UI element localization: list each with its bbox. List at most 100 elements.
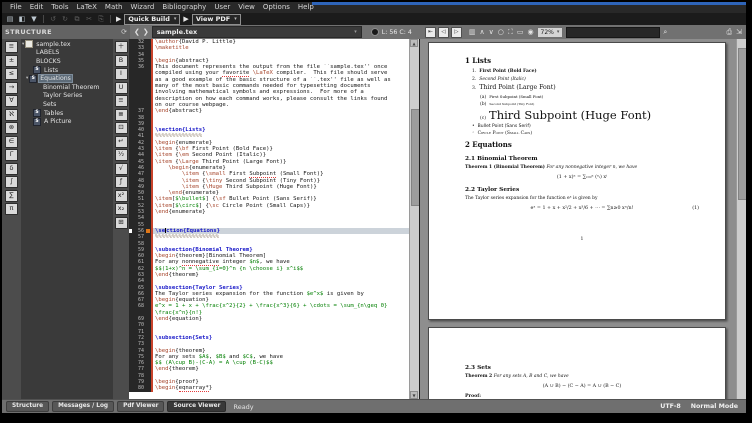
undo-icon[interactable]: ↺	[48, 14, 58, 24]
theorem-body: For any sets A, B and C, we have	[494, 374, 569, 379]
code-line-80[interactable]: 80\begin{eqnarray*}	[129, 385, 409, 391]
list-text: Bullet Point (Sans Serif)	[478, 124, 531, 129]
pdf-zoom-dropdown[interactable]: 72% ▾	[537, 27, 564, 38]
menu-item-user[interactable]: User	[210, 2, 234, 13]
status-message: Ready	[233, 403, 253, 411]
tree-item-label: Sets	[42, 101, 57, 108]
paste-icon[interactable]: ⎘	[96, 14, 106, 24]
cut-icon[interactable]: ✂	[84, 14, 94, 24]
pdf-page-number: 1	[465, 237, 699, 242]
open-file-icon[interactable]: ◧	[17, 14, 27, 24]
scroll-down-icon[interactable]: ∨	[489, 25, 494, 39]
view-pdf-run-icon[interactable]: ▶	[183, 15, 188, 23]
align-left-icon[interactable]: ≡	[115, 95, 128, 107]
screenshot-root: { "menu": { "items": ["File","Edit","Too…	[0, 0, 752, 423]
fraction-icon[interactable]: ½	[115, 149, 128, 161]
presentation-icon[interactable]: ○	[498, 25, 504, 39]
tree-item-sets[interactable]: Sets	[21, 100, 113, 109]
greek-upper-icon[interactable]: Γ	[5, 149, 18, 161]
quick-build-run-icon[interactable]: ▶	[116, 15, 121, 23]
misc-symbols-icon[interactable]: ℵ	[5, 109, 18, 121]
save-icon[interactable]: ▼	[29, 14, 39, 24]
magnify-tool-icon[interactable]: ◉	[527, 25, 533, 39]
menu-item-view[interactable]: View	[234, 2, 259, 13]
view-pdf-button[interactable]: View PDF ▾	[192, 14, 241, 25]
quick-build-button[interactable]: Quick Build ▾	[124, 14, 180, 25]
pdf-scrollbar-thumb[interactable]	[738, 48, 747, 200]
sum-symbols-icon[interactable]: ∑	[5, 190, 18, 202]
tree-item-binomial-theorem[interactable]: Binomial Theorem	[21, 83, 113, 92]
panel-tab-structure[interactable]: Structure	[6, 401, 49, 412]
panel-tab-source-viewer[interactable]: Source Viewer	[167, 401, 226, 412]
greek-lower-icon[interactable]: δ	[5, 163, 18, 175]
menu-item-latex[interactable]: LaTeX	[73, 2, 101, 13]
redo-icon[interactable]: ↻	[60, 14, 70, 24]
tree-item-taylor-series[interactable]: Taylor Series	[21, 92, 113, 101]
print-icon[interactable]: ⎙	[727, 25, 733, 39]
next-page-icon[interactable]: ▷	[451, 27, 462, 38]
status-bar: StructureMessages / LogPdf ViewerSource …	[2, 399, 746, 413]
menu-item-tools[interactable]: Tools	[47, 2, 72, 13]
tree-item-tables[interactable]: STables	[21, 109, 113, 118]
tree-item-a-picture[interactable]: SA Picture	[21, 117, 113, 126]
nav-back-icon[interactable]: ❮	[134, 25, 140, 39]
align-right-icon[interactable]: ⊡	[115, 122, 128, 134]
scroll-up-icon[interactable]: ∧	[480, 25, 485, 39]
italic-icon[interactable]: I	[115, 68, 128, 80]
new-line-icon[interactable]: ＋	[115, 41, 128, 53]
bold-icon[interactable]: B	[115, 55, 128, 67]
pdf-page-1: 1 Lists1.First Point (Bold Face)2.Second…	[428, 42, 726, 320]
continuous-mode-icon[interactable]: ▥	[469, 25, 476, 39]
copy-icon[interactable]: ⧉	[72, 14, 82, 24]
set-symbols-icon[interactable]: ∈	[5, 136, 18, 148]
menu-item-wizard[interactable]: Wizard	[126, 2, 158, 13]
order-symbols-icon[interactable]: ≤	[5, 68, 18, 80]
tree-item-sample-tex[interactable]: ▾sample.tex	[21, 40, 113, 49]
editor-scrollbar[interactable]: ▲ ▼	[409, 39, 419, 399]
scroll-down-arrow-icon[interactable]: ▼	[410, 391, 418, 399]
menu-item-bibliography[interactable]: Bibliography	[158, 2, 210, 13]
superscript-icon[interactable]: x²	[115, 190, 128, 202]
fit-page-icon[interactable]: ▭	[517, 25, 524, 39]
fit-width-icon[interactable]: ⛶	[508, 25, 513, 39]
align-center-icon[interactable]: ≣	[115, 109, 128, 121]
matrix-icon[interactable]: ⊞	[115, 217, 128, 229]
menu-item-math[interactable]: Math	[101, 2, 127, 13]
constants-symbols-icon[interactable]: π	[5, 203, 18, 215]
list-text: Second Subpoint (Tiny Font)	[489, 102, 534, 106]
refresh-structure-icon[interactable]: ⟳	[121, 28, 127, 36]
tree-expand-icon[interactable]: ▾	[26, 76, 28, 81]
menu-item-edit[interactable]: Edit	[26, 2, 48, 13]
tree-item-equations[interactable]: ▾SEquations	[21, 74, 113, 83]
new-file-icon[interactable]: ▤	[5, 14, 15, 24]
scroll-up-arrow-icon[interactable]: ▲	[410, 39, 418, 47]
nav-forward-icon[interactable]: ❯	[143, 25, 149, 39]
panel-tab-messages-log[interactable]: Messages / Log	[52, 401, 114, 412]
menu-item-file[interactable]: File	[6, 2, 26, 13]
open-file-dropdown[interactable]: sample.tex ▾	[152, 26, 362, 38]
menu-item-options[interactable]: Options	[259, 2, 294, 13]
arrow-symbols-icon[interactable]: →	[5, 82, 18, 94]
integral-symbols-icon[interactable]: ∫	[5, 176, 18, 188]
tree-item-lists[interactable]: SLists	[21, 66, 113, 75]
external-viewer-icon[interactable]: ⇲	[736, 25, 742, 39]
tree-item-blocks[interactable]: BLOCKS	[21, 57, 113, 66]
pdf-search-icon[interactable]: ⌕	[663, 25, 667, 39]
logic-symbols-icon[interactable]: ∀	[5, 95, 18, 107]
sqrt-icon[interactable]: √	[115, 163, 128, 175]
first-page-icon[interactable]: ⇤	[425, 27, 436, 38]
underline-icon[interactable]: U	[115, 82, 128, 94]
most-used-symbols-icon[interactable]: ≡	[5, 41, 18, 53]
tree-expand-icon[interactable]: ▾	[22, 42, 24, 47]
tree-item-labels[interactable]: LABELS	[21, 49, 113, 58]
line-break-icon[interactable]: ↵	[115, 136, 128, 148]
relation-symbols-icon[interactable]: ±	[5, 55, 18, 67]
previous-page-icon[interactable]: ◁	[438, 27, 449, 38]
pdf-theorem: Theorem 1 (Binomial Theorem) For any non…	[465, 165, 699, 170]
panel-tab-pdf-viewer[interactable]: Pdf Viewer	[117, 401, 164, 412]
operator-symbols-icon[interactable]: ⊗	[5, 122, 18, 134]
function-icon[interactable]: ƒ	[115, 176, 128, 188]
subscript-icon[interactable]: x₂	[115, 203, 128, 215]
pdf-scrollbar[interactable]	[736, 39, 746, 399]
code-editor[interactable]: 32\author{David P. Little}33\maketitle34…	[129, 39, 409, 399]
